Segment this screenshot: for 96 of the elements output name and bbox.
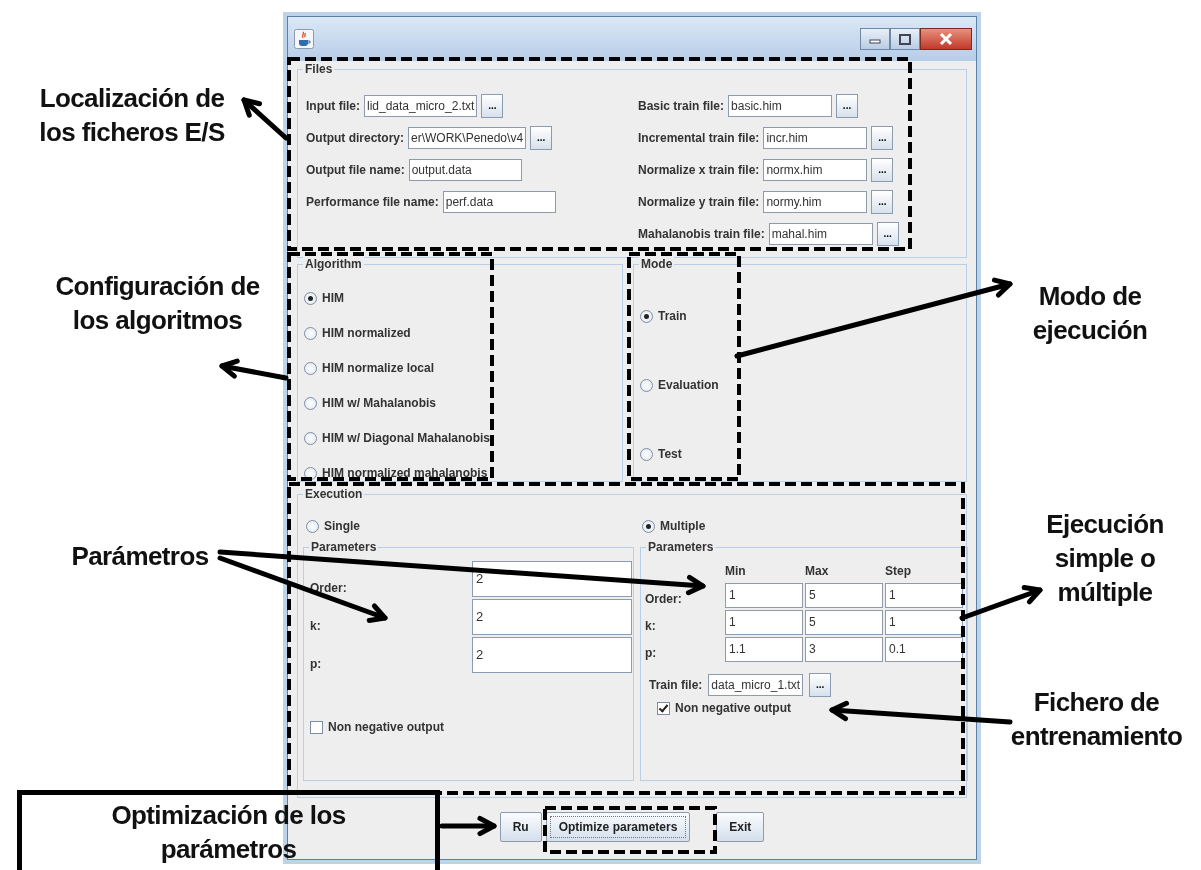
field-label: k: [310,619,321,635]
browse-button[interactable]: ... [809,673,832,697]
browse-button[interactable]: ... [871,126,894,150]
radio-button[interactable] [304,396,317,410]
radio-label: Test [658,447,682,461]
browse-button[interactable]: ... [481,94,504,118]
panel-title: Execution [303,487,365,501]
radio-label: HIM normalize local [322,361,435,375]
panel-title: Files [303,62,335,76]
annotation-label: Fichero de entrenamiento [1009,686,1184,753]
text-field[interactable]: 0.1 [885,637,963,662]
checkbox[interactable] [657,701,670,715]
field-label: Train file: [649,678,703,692]
text-field[interactable]: incr.him [763,127,868,149]
panel-title: Parameters [646,540,716,554]
radio-label: Single [324,519,360,533]
text-field[interactable]: data_micro_1.txt [708,674,804,696]
field-label: Mahalanobis train file: [638,227,765,241]
field-label: Normalize x train file: [638,163,760,177]
text-field[interactable]: 2 [472,599,632,635]
text-field[interactable]: normx.him [763,159,868,181]
radio-label: HIM w/ Diagonal Mahalanobis [322,431,491,445]
arrow [439,815,497,837]
field-label: Incremental train file: [638,131,760,145]
text-field[interactable]: 2 [472,637,632,673]
browse-button[interactable]: ... [871,190,894,214]
radio-label: HIM normalized [322,326,411,340]
column-header: Max [805,564,830,580]
radio-button[interactable] [640,378,653,392]
browse-button[interactable]: ... [876,222,899,246]
radio-label: Train [658,309,687,323]
field-label: Input file: [306,99,360,113]
radio-label: HIM normalized mahalanobis [322,466,488,480]
checkbox-label: Non negative output [675,701,791,715]
radio-button[interactable] [642,519,655,533]
radio-button[interactable] [640,309,653,323]
radio-label: HIM [322,291,344,305]
close-icon [938,32,954,46]
text-field[interactable]: er\WORK\Penedo\v4 [408,127,527,149]
field-label: p: [645,646,657,662]
field-label: Basic train file: [638,99,725,113]
maximize-icon [899,33,911,45]
text-field[interactable]: 1 [885,610,963,635]
radio-button[interactable] [304,291,317,305]
text-field[interactable]: mahal.him [768,223,873,245]
checkbox[interactable] [310,720,323,734]
field-label: k: [645,619,656,635]
text-field[interactable]: output.data [408,159,522,181]
text-field[interactable]: 1.1 [725,637,803,662]
radio-button[interactable] [304,431,317,445]
field-label: Normalize y train file: [638,195,760,209]
radio-label: Evaluation [658,378,719,392]
column-header: Min [725,564,747,580]
text-field[interactable]: 5 [805,583,883,608]
radio-button[interactable] [304,361,317,375]
panel-title: Parameters [309,540,379,554]
push-button[interactable]: Ru [499,812,542,842]
text-field[interactable]: 1 [885,583,963,608]
app-icon [294,29,314,49]
push-button[interactable]: Exit [716,812,765,842]
maximize-button[interactable] [890,28,920,50]
text-field[interactable]: 5 [805,610,883,635]
checkbox-label: Non negative output [328,720,444,734]
radio-label: HIM w/ Mahalanobis [322,396,436,410]
radio-label: Multiple [660,519,706,533]
text-field[interactable]: 3 [805,637,883,662]
text-field[interactable]: normy.him [763,191,868,213]
field-label: Output directory: [306,131,404,145]
browse-button[interactable]: ... [871,158,894,182]
text-field[interactable]: 1 [725,610,803,635]
annotation-label: Localización de los ficheros E/S [38,82,226,149]
browse-button[interactable]: ... [836,94,859,118]
annotation-label: Parámetros [70,540,210,573]
text-field[interactable]: perf.data [442,191,556,213]
annotation-label: Ejecución simple o múltiple [1045,508,1165,609]
panel-title: Algorithm [303,257,364,271]
radio-button[interactable] [304,466,317,480]
browse-button[interactable]: ... [530,126,553,150]
column-header: Step [885,564,912,580]
arrow [219,358,289,381]
close-button[interactable] [920,28,972,50]
annotation-label: Configuración de los algoritmos [54,270,261,337]
push-button[interactable]: Optimize parameters [545,812,691,842]
field-label: Order: [645,592,682,608]
annotation-label: Modo de ejecución [1031,280,1149,347]
radio-button[interactable] [640,447,653,461]
text-field[interactable]: basic.him [728,95,833,117]
panel-title: Mode [639,257,675,271]
radio-button[interactable] [304,326,317,340]
field-label: p: [310,657,322,673]
radio-button[interactable] [306,519,319,533]
field-label: Output file name: [306,163,405,177]
arrow [241,97,289,141]
text-field[interactable]: 1 [725,583,803,608]
field-label: Performance file name: [306,195,439,209]
text-field[interactable]: lid_data_micro_2.txt [364,95,478,117]
